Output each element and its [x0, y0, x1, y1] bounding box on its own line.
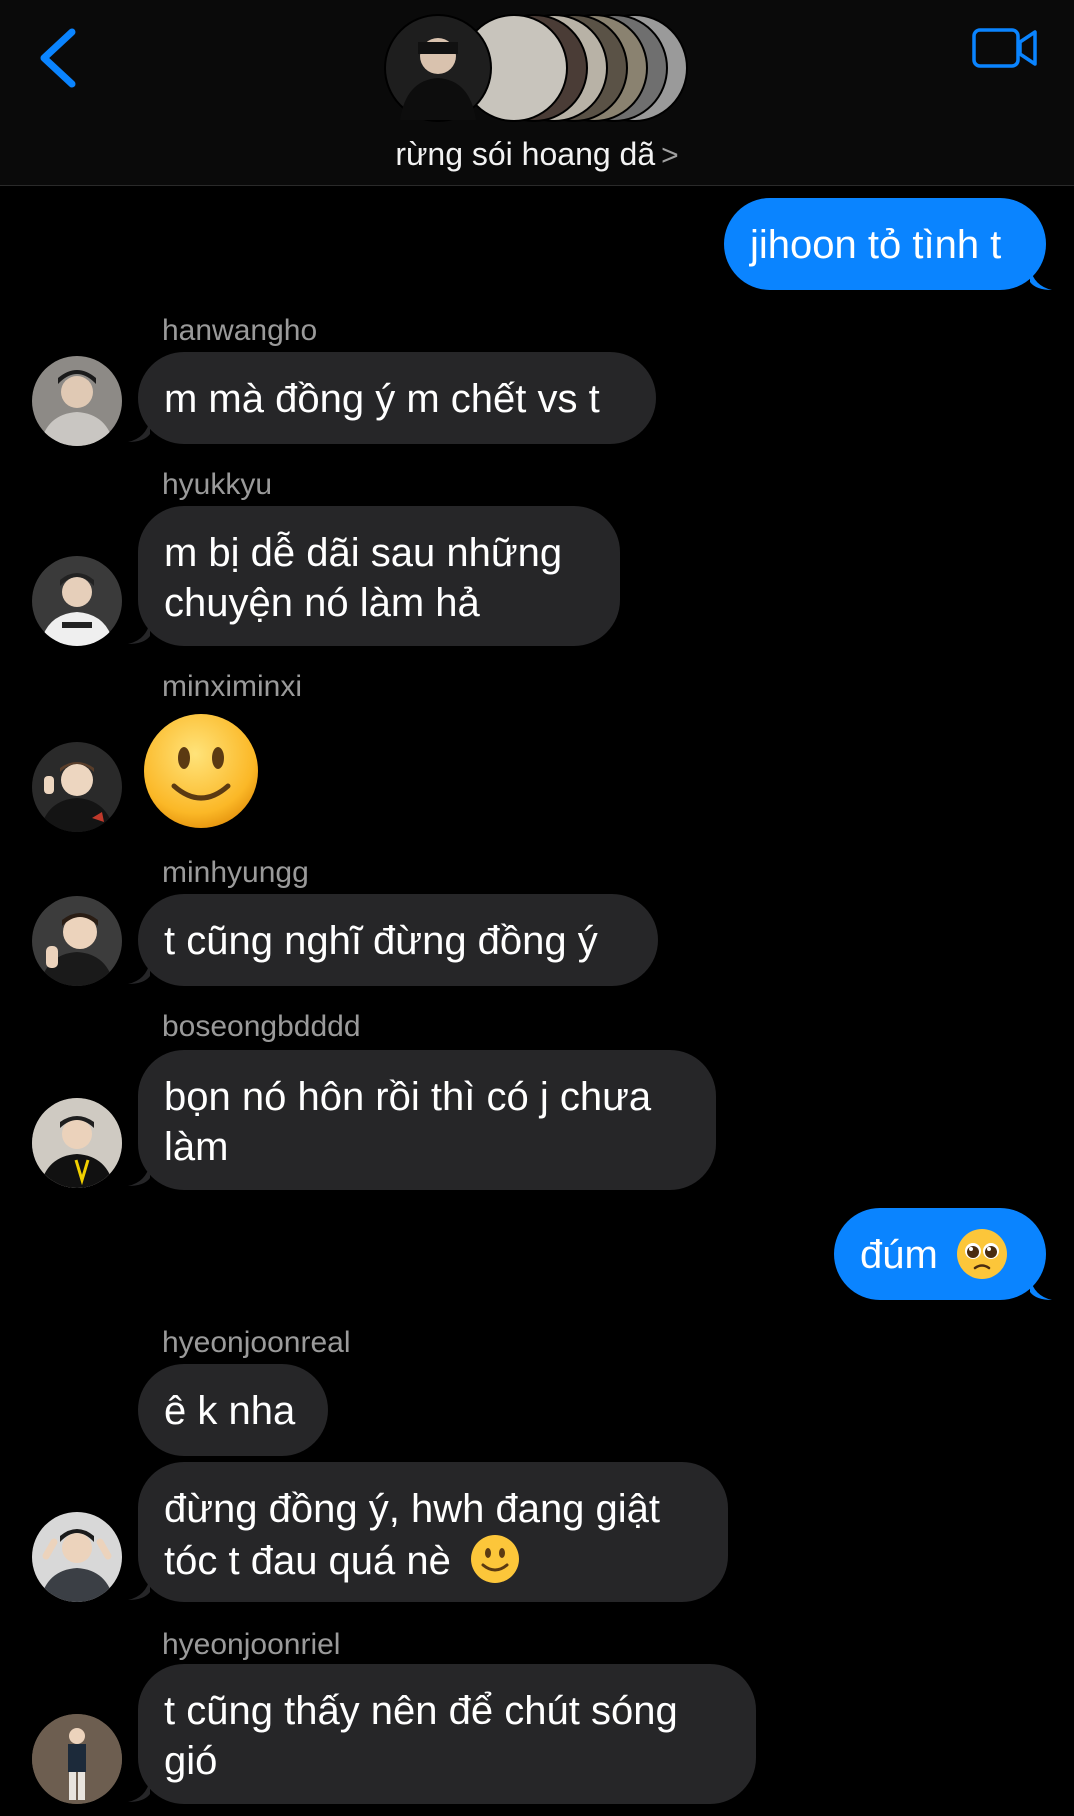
chat-header: rừng sói hoang dã >	[0, 0, 1074, 186]
avatar[interactable]	[32, 896, 122, 986]
incoming-message[interactable]: ê k nha	[138, 1364, 328, 1456]
incoming-message[interactable]: m bị dễ dãi sau những chuyện nó làm hả	[138, 506, 620, 646]
bubble-tail	[1030, 268, 1052, 290]
slightly-smiling-face-icon[interactable]	[142, 712, 260, 830]
sender-name: hyeonjoonreal	[162, 1326, 351, 1359]
sender-name: minximinxi	[162, 670, 303, 703]
outgoing-message[interactable]: jihoon tỏ tình t	[724, 198, 1046, 290]
sender-name: hyukkyu	[162, 468, 273, 501]
message-text: m mà đồng ý m chết vs t	[164, 377, 600, 421]
avatar[interactable]	[32, 356, 122, 446]
message-text: ê k nha	[164, 1389, 296, 1433]
chevron-left-icon[interactable]	[36, 28, 86, 88]
incoming-message[interactable]: t cũng thấy nên để chút sóng gió	[138, 1664, 756, 1804]
avatar[interactable]	[32, 1714, 122, 1804]
pleading-face-icon	[957, 1229, 1007, 1279]
incoming-message[interactable]: bọn nó hôn rồi thì có j chưa làm	[138, 1050, 716, 1190]
incoming-message[interactable]: t cũng nghĩ đừng đồng ý	[138, 894, 658, 986]
group-title[interactable]: rừng sói hoang dã >	[0, 136, 1074, 173]
message-text-line: m bị dễ dãi sau những	[164, 531, 563, 575]
message-text-line: bọn nó hôn rồi thì có j chưa	[164, 1075, 652, 1119]
incoming-message[interactable]: đừng đồng ý, hwh đang giật tóc t đau quá…	[138, 1462, 728, 1602]
person-photo	[400, 38, 476, 120]
message-text: tóc t đau quá nè	[164, 1539, 451, 1583]
message-text-line: gió	[164, 1739, 218, 1783]
slightly-smiling-face-icon	[471, 1535, 520, 1583]
outgoing-message[interactable]: đúm	[834, 1208, 1046, 1300]
avatar[interactable]	[32, 556, 122, 646]
group-avatar-stack[interactable]	[384, 14, 704, 126]
video-camera-icon[interactable]	[972, 26, 1038, 70]
incoming-message[interactable]: m mà đồng ý m chết vs t	[138, 352, 656, 444]
message-text: đúm	[860, 1233, 938, 1277]
avatar[interactable]	[32, 742, 122, 832]
chevron-right-icon: >	[661, 139, 679, 172]
sender-name: hyeonjoonriel	[162, 1628, 341, 1661]
avatar[interactable]	[32, 1512, 122, 1602]
avatar	[384, 14, 492, 122]
avatar[interactable]	[32, 1098, 122, 1188]
group-name: rừng sói hoang dã	[395, 136, 656, 172]
message-text-line: t cũng thấy nên để chút sóng	[164, 1689, 678, 1733]
message-text-line: đừng đồng ý, hwh đang giật	[164, 1487, 661, 1531]
sender-name: minhyungg	[162, 856, 309, 889]
sender-name: hanwangho	[162, 314, 318, 347]
message-text-line: tóc t đau quá nè	[164, 1534, 702, 1586]
sender-name: boseongbdddd	[162, 1010, 361, 1043]
message-text-line: làm	[164, 1125, 229, 1169]
message-text: t cũng nghĩ đừng đồng ý	[164, 919, 598, 963]
message-text-line: chuyện nó làm hả	[164, 581, 480, 625]
bubble-tail	[1030, 1278, 1052, 1300]
message-text: jihoon tỏ tình t	[750, 223, 1002, 267]
